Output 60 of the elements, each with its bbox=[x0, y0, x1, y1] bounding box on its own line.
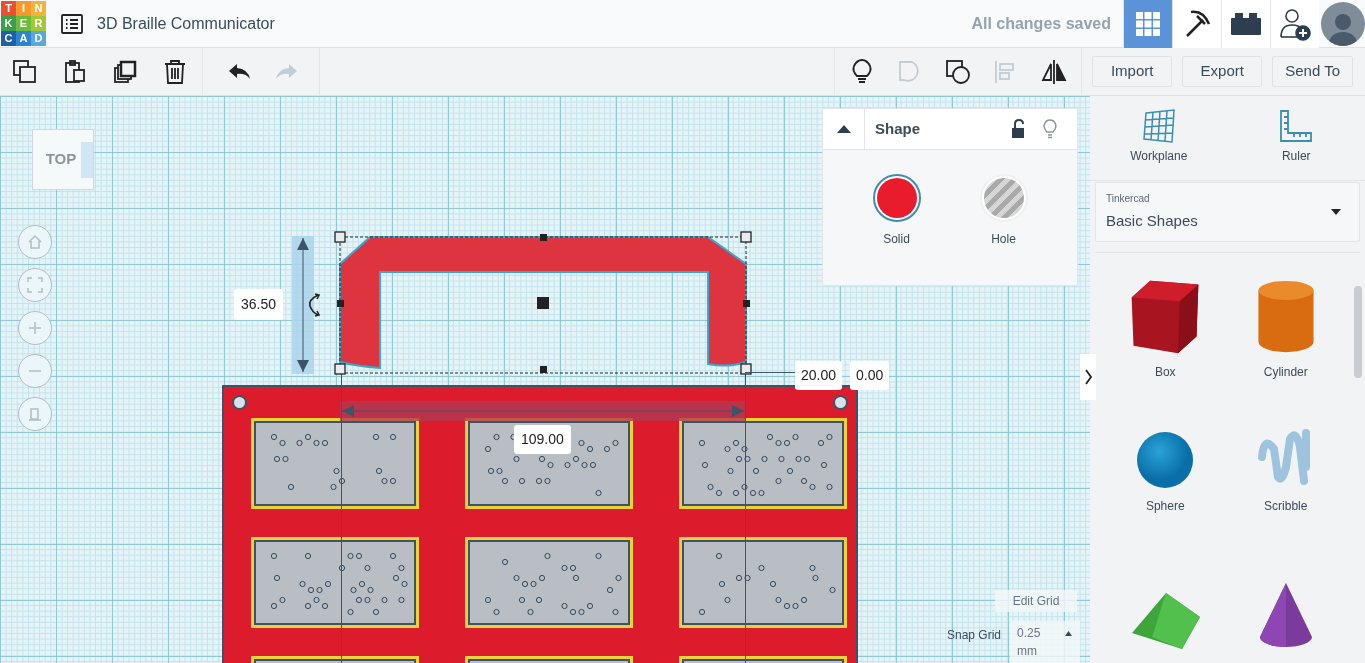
perspective-icon bbox=[27, 406, 43, 422]
sphere-shape-icon bbox=[1136, 431, 1195, 489]
add-user-icon bbox=[1279, 6, 1311, 41]
box-shape-button[interactable]: Box bbox=[1105, 279, 1226, 381]
category-source: Tinkercad bbox=[1106, 192, 1150, 207]
duplicate-icon[interactable] bbox=[112, 58, 138, 85]
menu-list-icon[interactable] bbox=[61, 13, 83, 34]
avatar[interactable] bbox=[1321, 1, 1365, 46]
edit-grid-button[interactable]: Edit Grid bbox=[995, 590, 1077, 612]
pickaxe-button[interactable] bbox=[1172, 0, 1221, 48]
zoom-in-icon bbox=[27, 320, 43, 336]
panel-title: Shape bbox=[875, 118, 920, 139]
mounting-hole-icon bbox=[232, 395, 247, 410]
action-button[interactable]: Import bbox=[1092, 56, 1173, 87]
snap-unit: mm bbox=[1017, 643, 1037, 660]
save-status: All changes saved bbox=[971, 13, 1111, 34]
grid-icon bbox=[1135, 10, 1161, 37]
person-silhouette-icon bbox=[1328, 11, 1358, 46]
caret-up-icon bbox=[836, 125, 851, 133]
copy-icon[interactable] bbox=[12, 58, 38, 85]
view-cube-label: TOP bbox=[45, 149, 77, 170]
action-button[interactable]: Export bbox=[1182, 56, 1263, 87]
fit-view-icon bbox=[27, 277, 43, 293]
workplane-icon bbox=[1141, 109, 1176, 143]
workplane-tool-button[interactable]: Workplane bbox=[1113, 109, 1204, 180]
shape-category-dropdown[interactable]: Tinkercad Basic Shapes bbox=[1095, 182, 1360, 242]
unlocked-padlock-icon[interactable] bbox=[1011, 119, 1025, 139]
ruler-tool-button[interactable]: Ruler bbox=[1251, 109, 1342, 180]
caret-down-icon bbox=[1331, 209, 1341, 215]
ruler-icon bbox=[1279, 109, 1314, 143]
snap-value: 0.25 bbox=[1017, 625, 1041, 642]
braille-board[interactable] bbox=[222, 385, 858, 663]
chevron-right-icon bbox=[1084, 369, 1092, 385]
snap-grid-select[interactable]: 0.25 mm bbox=[1010, 621, 1080, 663]
y-offset-label[interactable]: 0.00 bbox=[850, 361, 890, 390]
paste-icon[interactable] bbox=[62, 58, 88, 85]
sphere-shape-button[interactable]: Sphere bbox=[1105, 413, 1226, 515]
bricks-button[interactable] bbox=[1221, 0, 1270, 48]
category-name: Basic Shapes bbox=[1106, 211, 1198, 232]
snap-grid-label: Snap Grid bbox=[947, 627, 1002, 644]
logo[interactable]: T I N K E R C A D bbox=[1, 1, 46, 46]
project-title[interactable]: 3D Braille Communicator bbox=[97, 11, 275, 36]
width-value-label[interactable]: 109.00 bbox=[514, 425, 571, 454]
cone-shape-icon bbox=[1257, 581, 1314, 649]
cylinder-shape-button[interactable]: Cylinder bbox=[1225, 279, 1346, 381]
caret-up-icon bbox=[1065, 630, 1072, 636]
scribble-shape-button[interactable]: Scribble bbox=[1225, 413, 1346, 515]
brick-icon bbox=[1231, 12, 1261, 35]
ungroup-icon[interactable] bbox=[945, 58, 972, 85]
workplane-grid[interactable]: TOP 109.00 36.50 20.00 0.00 Shape Solid Hole Edit Grid Snap Grid 0.25 mm bbox=[0, 96, 1090, 663]
trash-icon[interactable] bbox=[162, 58, 188, 85]
add-user-button[interactable] bbox=[1270, 0, 1319, 48]
collapse-panel-button[interactable] bbox=[1080, 354, 1096, 400]
height-value-label[interactable]: 36.50 bbox=[234, 289, 284, 320]
rotate-icon[interactable] bbox=[306, 292, 322, 318]
x-offset-label[interactable]: 20.00 bbox=[795, 361, 843, 390]
mounting-hole-icon bbox=[833, 395, 848, 410]
home-icon bbox=[27, 234, 43, 250]
mirror-icon[interactable] bbox=[1041, 58, 1068, 85]
action-button[interactable]: Send To bbox=[1272, 56, 1353, 87]
